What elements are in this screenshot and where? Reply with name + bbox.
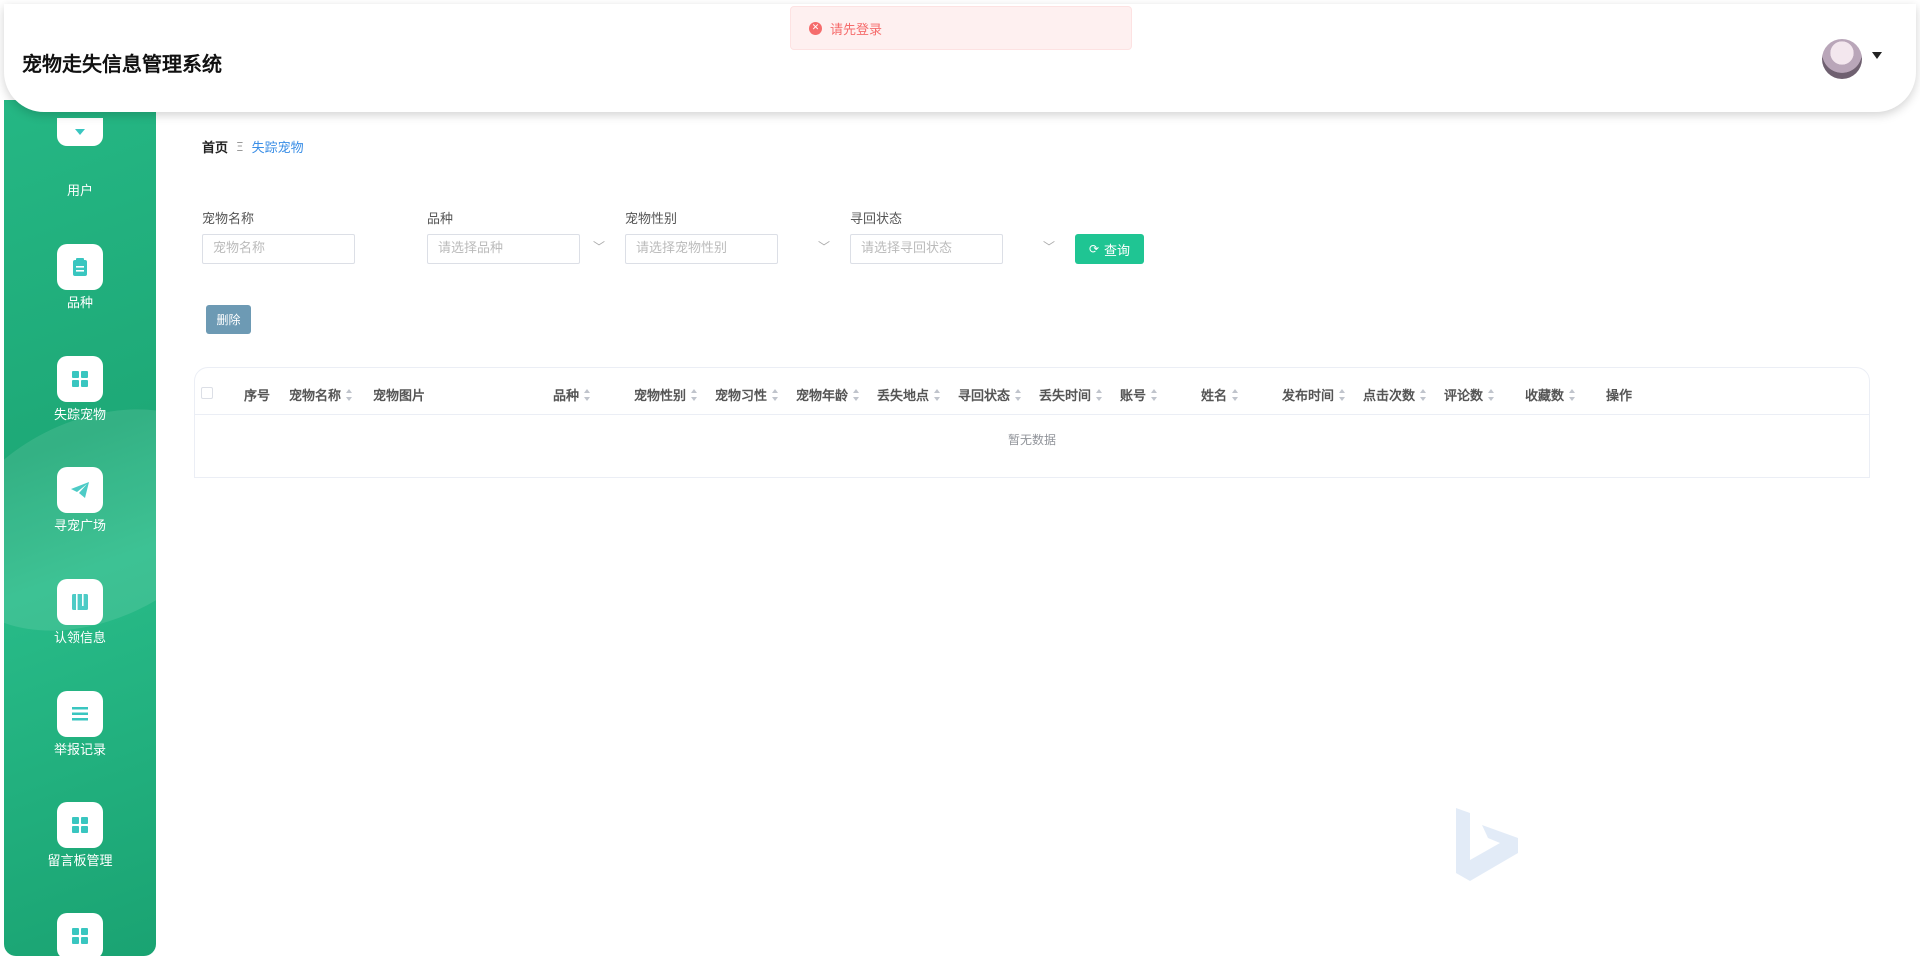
sidebar-item-more[interactable] xyxy=(4,913,156,956)
status-label: 寻回状态 xyxy=(850,212,903,227)
column-header[interactable]: 收藏数 xyxy=(1525,385,1576,404)
breadcrumb: 首页 Ξ 失踪宠物 xyxy=(202,137,304,157)
error-toast: ✕ 请先登录 xyxy=(790,6,1132,50)
sidebar-item-label: 用户 xyxy=(66,184,93,199)
sidebar-item-label: 失踪宠物 xyxy=(53,408,106,423)
user-icon xyxy=(57,118,103,146)
sort-icon xyxy=(1151,388,1158,401)
sidebar-item-label: 留言板管理 xyxy=(47,854,113,869)
select-all-checkbox[interactable] xyxy=(201,387,213,399)
app-title: 宠物走失信息管理系统 xyxy=(22,52,222,76)
sidebar-item-label: 品种 xyxy=(66,296,93,311)
sidebar-item-report-records[interactable]: 举报记录 xyxy=(4,691,156,781)
paper-plane-icon xyxy=(57,467,103,513)
sort-icon xyxy=(1569,388,1576,401)
sort-icon xyxy=(691,388,698,401)
sidebar-item-label: 举报记录 xyxy=(53,743,106,758)
column-header[interactable]: 发布时间 xyxy=(1282,385,1346,404)
column-header[interactable]: 点击次数 xyxy=(1363,385,1427,404)
delete-button-label: 删除 xyxy=(216,313,241,327)
list-icon xyxy=(57,691,103,737)
sort-icon xyxy=(584,388,591,401)
column-header[interactable]: 账号 xyxy=(1120,385,1158,404)
sort-icon xyxy=(1015,388,1022,401)
data-table: 序号 宠物名称 宠物图片 品种 宠物性别 宠物习性 宠物年龄 丢失地点 寻回状态… xyxy=(194,367,1870,478)
column-header[interactable]: 品种 xyxy=(553,385,591,404)
query-button[interactable]: ⟳ 查询 xyxy=(1075,234,1144,264)
sort-icon xyxy=(1488,388,1495,401)
sidebar-item-lost-pets[interactable]: 失踪宠物 xyxy=(4,356,156,446)
error-circle-icon: ✕ xyxy=(809,21,822,35)
sort-icon xyxy=(853,388,860,401)
status-select[interactable]: 请选择寻回状态 xyxy=(850,234,1003,264)
book-icon xyxy=(57,579,103,625)
sidebar-item-breed[interactable]: 品种 xyxy=(4,244,156,334)
column-header: 操作 xyxy=(1606,389,1633,404)
sort-icon xyxy=(1096,388,1103,401)
column-header[interactable]: 丢失地点 xyxy=(877,385,941,404)
app-window: 宠物走失信息管理系统 ✕ 请先登录 用户 品种 失踪宠物 寻宠广场 认领信息 举… xyxy=(0,0,1920,960)
sort-icon xyxy=(772,388,779,401)
sort-icon xyxy=(1232,388,1239,401)
sort-icon xyxy=(1339,388,1346,401)
clipboard-icon xyxy=(57,244,103,290)
breadcrumb-home[interactable]: 首页 xyxy=(202,137,228,156)
sidebar-item-claim-info[interactable]: 认领信息 xyxy=(4,579,156,669)
sidebar-item-label: 认领信息 xyxy=(53,631,106,646)
user-avatar[interactable] xyxy=(1822,39,1862,79)
sort-icon xyxy=(346,388,353,401)
grid-icon xyxy=(57,802,103,848)
breed-label: 品种 xyxy=(427,212,454,227)
grid-icon xyxy=(57,356,103,402)
column-header[interactable]: 宠物习性 xyxy=(715,385,779,404)
bing-logo-icon xyxy=(1456,808,1518,881)
gender-label: 宠物性别 xyxy=(625,212,678,227)
column-header[interactable]: 寻回状态 xyxy=(958,385,1022,404)
chevron-down-icon[interactable]: ﹀ xyxy=(1043,238,1055,255)
column-header[interactable]: 姓名 xyxy=(1201,385,1239,404)
pet-name-label: 宠物名称 xyxy=(202,212,255,227)
delete-button[interactable]: 删除 xyxy=(206,305,251,334)
column-header: 宠物图片 xyxy=(373,389,426,404)
pet-name-input[interactable]: 宠物名称 xyxy=(202,234,355,264)
chevron-down-icon[interactable]: ﹀ xyxy=(593,238,605,255)
sidebar-item-pet-square[interactable]: 寻宠广场 xyxy=(4,467,156,557)
empty-state-text: 暂无数据 xyxy=(1007,433,1056,447)
toast-message: 请先登录 xyxy=(830,22,883,38)
column-header[interactable]: 宠物年龄 xyxy=(796,385,860,404)
column-header[interactable]: 丢失时间 xyxy=(1039,385,1103,404)
sidebar-item-user[interactable]: 用户 xyxy=(4,100,156,199)
breadcrumb-current: 失踪宠物 xyxy=(251,141,304,156)
sort-icon xyxy=(1420,388,1427,401)
gender-select[interactable]: 请选择宠物性别 xyxy=(625,234,778,264)
caret-down-icon[interactable] xyxy=(1872,52,1882,59)
sort-icon xyxy=(934,388,941,401)
column-header[interactable]: 宠物名称 xyxy=(289,385,353,404)
column-header: 序号 xyxy=(244,389,271,404)
sidebar: 用户 品种 失踪宠物 寻宠广场 认领信息 举报记录 留言板管理 xyxy=(4,100,156,956)
column-header[interactable]: 宠物性别 xyxy=(634,385,698,404)
table-header: 序号 宠物名称 宠物图片 品种 宠物性别 宠物习性 宠物年龄 丢失地点 寻回状态… xyxy=(195,368,1869,415)
column-header[interactable]: 评论数 xyxy=(1444,385,1495,404)
sidebar-item-message-board[interactable]: 留言板管理 xyxy=(4,802,156,892)
main-content: 首页 Ξ 失踪宠物 宠物名称 宠物名称 品种 请选择品种 ﹀ 宠物性别 请选择宠… xyxy=(160,112,1920,960)
sidebar-item-label: 寻宠广场 xyxy=(53,519,106,534)
query-button-label: 查询 xyxy=(1104,243,1131,259)
search-icon: ⟳ xyxy=(1088,242,1100,256)
breadcrumb-separator-icon: Ξ xyxy=(236,139,244,154)
breed-select[interactable]: 请选择品种 xyxy=(427,234,580,264)
grid-icon xyxy=(57,913,103,956)
chevron-down-icon[interactable]: ﹀ xyxy=(818,238,830,255)
